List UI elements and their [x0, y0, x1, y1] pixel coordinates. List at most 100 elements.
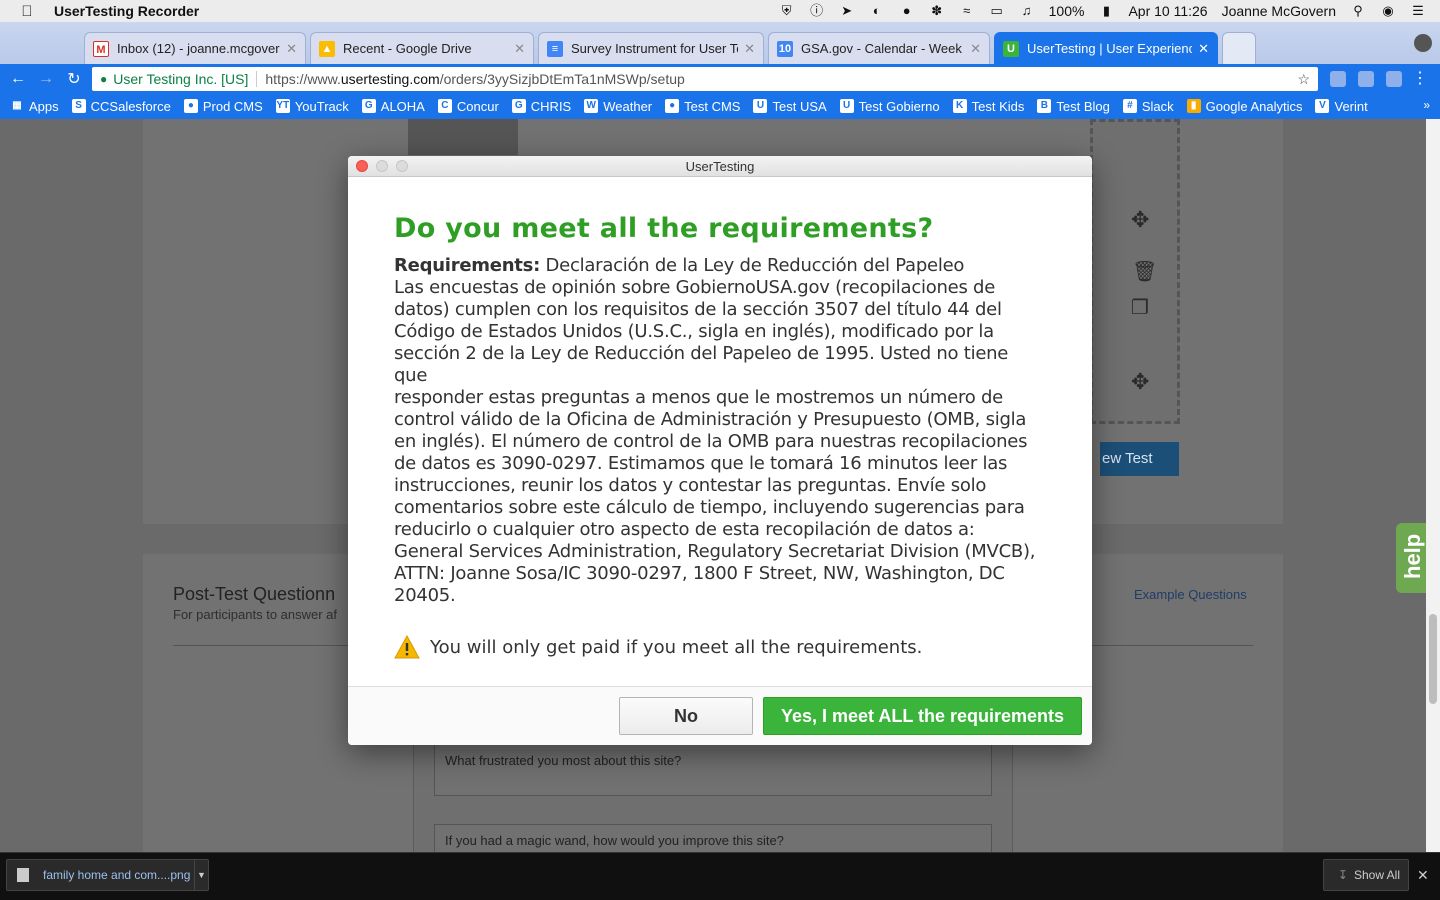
tab-survey-instrument[interactable]: ≡ Survey Instrument for User Tes ✕ — [538, 32, 764, 64]
example-questions-link[interactable]: Example Questions — [1134, 587, 1247, 602]
menu-bar-status-area: ⛨ ⓘ ➤ ◐ ● ✽ ≈ ▭ ♫ 100% ▮ Apr 10 11:26 Jo… — [779, 3, 1440, 19]
lock-icon[interactable]: ● — [899, 3, 915, 19]
tab-gmail-inbox[interactable]: M Inbox (12) - joanne.mcgovern@ ✕ — [84, 32, 306, 64]
spotlight-search-icon[interactable]: ⚲ — [1350, 3, 1366, 19]
page-scrollbar[interactable] — [1426, 119, 1440, 852]
location-arrow-icon[interactable]: ➤ — [839, 3, 855, 19]
forward-arrow-icon[interactable]: → — [32, 70, 60, 88]
bookmark-google-analytics[interactable]: ▮ Google Analytics — [1186, 98, 1303, 114]
requirements-text: Requirements: Declaración de la Ley de R… — [394, 255, 1046, 607]
preview-test-button[interactable]: ew Test — [1100, 442, 1179, 476]
bookmark-label: Test CMS — [684, 98, 741, 114]
gmail-icon: M — [93, 40, 109, 57]
close-tab-icon[interactable]: ✕ — [514, 41, 525, 57]
apps-grid-icon: ▦ — [12, 100, 22, 111]
time-machine-icon[interactable]: ◐ — [869, 3, 885, 19]
requirements-line: Requirements: Declaración de la Ley de R… — [394, 255, 1046, 277]
bookmark-apps[interactable]: ▦ Apps — [10, 99, 58, 114]
move-icon[interactable]: ✥ — [1131, 207, 1149, 233]
weather-icon: W — [584, 99, 599, 113]
shield-icon[interactable]: ⛨ — [779, 3, 795, 19]
back-arrow-icon[interactable]: ← — [4, 70, 32, 88]
bookmark-aloha[interactable]: G ALOHA — [361, 99, 425, 114]
move-icon[interactable]: ✥ — [1131, 369, 1149, 395]
close-icon[interactable]: ✕ — [1417, 867, 1429, 884]
menu-bar-user[interactable]: Joanne McGovern — [1222, 3, 1336, 19]
notification-center-icon[interactable]: ☰ — [1410, 3, 1426, 19]
verint-icon: V — [1315, 99, 1330, 113]
bookmark-label: Google Analytics — [1205, 98, 1303, 114]
tab-usertesting[interactable]: U UserTesting | User Experience ✕ — [994, 32, 1218, 64]
browser-profile-icon[interactable] — [1414, 34, 1432, 52]
bookmark-test-cms[interactable]: ● Test CMS — [665, 99, 740, 114]
dialog-footer: No Yes, I meet ALL the requirements — [348, 686, 1092, 745]
question-input[interactable]: What frustrated you most about this site… — [434, 744, 992, 796]
bookmark-youtrack[interactable]: YT YouTrack — [275, 98, 349, 114]
extension-icon[interactable] — [1386, 71, 1402, 87]
chevron-down-icon[interactable]: ▼ — [194, 860, 208, 890]
browser-tab-strip: M Inbox (12) - joanne.mcgovern@ ✕ ▲ Rece… — [0, 22, 1440, 64]
browser-menu-icon[interactable]: ⋮ — [1412, 68, 1428, 88]
question-input[interactable]: If you had a magic wand, how would you i… — [434, 824, 992, 852]
menu-bar-clock[interactable]: Apr 10 11:26 — [1128, 3, 1207, 19]
tab-gsa-calendar[interactable]: 10 GSA.gov - Calendar - Week of ✕ — [768, 32, 990, 64]
window-close-icon[interactable] — [356, 160, 368, 172]
wifi-icon[interactable]: ≈ — [959, 3, 975, 19]
scroll-thumb[interactable] — [1429, 614, 1437, 704]
slack-icon: # — [1122, 99, 1137, 113]
bluetooth-icon[interactable]: ✽ — [929, 3, 945, 19]
new-tab-button[interactable] — [1222, 32, 1256, 64]
copy-icon[interactable]: ❐ — [1131, 295, 1149, 320]
bookmark-test-gobierno[interactable]: U Test Gobierno — [839, 99, 940, 114]
bookmark-prod-cms[interactable]: ● Prod CMS — [183, 99, 263, 114]
battery-icon[interactable]: ▮ — [1098, 3, 1114, 19]
extension-icon[interactable] — [1330, 71, 1346, 87]
bookmark-label: Weather — [603, 98, 653, 114]
bookmark-test-usa[interactable]: U Test USA — [753, 99, 827, 114]
url-text[interactable]: https://www.usertesting.com/orders/3yySi… — [257, 71, 684, 87]
extension-icon[interactable] — [1358, 71, 1374, 87]
bookmark-weather[interactable]: W Weather — [584, 99, 652, 114]
help-tab[interactable]: help — [1396, 523, 1426, 593]
dialog-titlebar: UserTesting — [348, 156, 1092, 177]
trash-icon[interactable]: 🗑 — [1132, 259, 1157, 284]
blog-icon: B — [1037, 99, 1052, 113]
bookmark-label: Test Kids — [971, 98, 1025, 114]
bookmark-verint[interactable]: V Verint — [1315, 99, 1368, 114]
apple-menu-icon[interactable]:  — [0, 3, 54, 20]
app-name-menu[interactable]: UserTesting Recorder — [54, 3, 199, 19]
secure-lock-icon[interactable]: ● — [100, 72, 107, 86]
volume-icon[interactable]: ♫ — [1019, 3, 1035, 19]
bookmarks-bar: ▦ Apps S CCSalesforce ● Prod CMS YT YouTrack… — [0, 93, 1440, 119]
dialog-body: Do you meet all the requirements? Requir… — [348, 213, 1092, 659]
bookmark-ccsalesforce[interactable]: S CCSalesforce — [71, 99, 171, 114]
bookmark-slack[interactable]: # Slack — [1122, 99, 1174, 114]
address-bar[interactable]: ● User Testing Inc. [US] https://www.use… — [92, 67, 1318, 91]
bookmark-test-blog[interactable]: B Test Blog — [1037, 99, 1110, 114]
airplay-icon[interactable]: ▭ — [989, 3, 1005, 19]
bookmark-star-icon[interactable]: ☆ — [1297, 71, 1310, 88]
reload-icon[interactable]: ↻ — [60, 69, 88, 89]
info-icon[interactable]: ⓘ — [809, 3, 825, 19]
dark-block — [408, 119, 518, 155]
siri-icon[interactable]: ◉ — [1380, 3, 1396, 19]
close-tab-icon[interactable]: ✕ — [744, 41, 755, 57]
bookmark-label: YouTrack — [294, 98, 349, 114]
bookmark-chris[interactable]: G CHRIS — [511, 99, 571, 114]
bookmarks-overflow-icon[interactable]: » — [1423, 98, 1430, 112]
download-icon: ↧ — [1337, 868, 1348, 882]
google-docs-icon: ≡ — [547, 40, 563, 57]
requirements-line: de datos es 3090-0297. Estimamos que le … — [394, 453, 1008, 474]
no-button[interactable]: No — [619, 697, 753, 735]
bookmark-test-kids[interactable]: K Test Kids — [952, 98, 1025, 114]
close-tab-icon[interactable]: ✕ — [970, 41, 981, 57]
download-item[interactable]: family home and com....png ▼ — [6, 859, 209, 891]
yes-meet-requirements-button[interactable]: Yes, I meet ALL the requirements — [763, 697, 1082, 735]
download-file-name: family home and com....png — [43, 868, 191, 882]
close-tab-icon[interactable]: ✕ — [1198, 41, 1209, 57]
bookmark-concur[interactable]: C Concur — [437, 99, 499, 114]
close-tab-icon[interactable]: ✕ — [286, 41, 297, 57]
tab-google-drive[interactable]: ▲ Recent - Google Drive ✕ — [310, 32, 534, 64]
show-all-downloads-button[interactable]: ↧ Show All — [1323, 859, 1409, 891]
ev-certificate-name[interactable]: User Testing Inc. [US] — [113, 71, 258, 87]
